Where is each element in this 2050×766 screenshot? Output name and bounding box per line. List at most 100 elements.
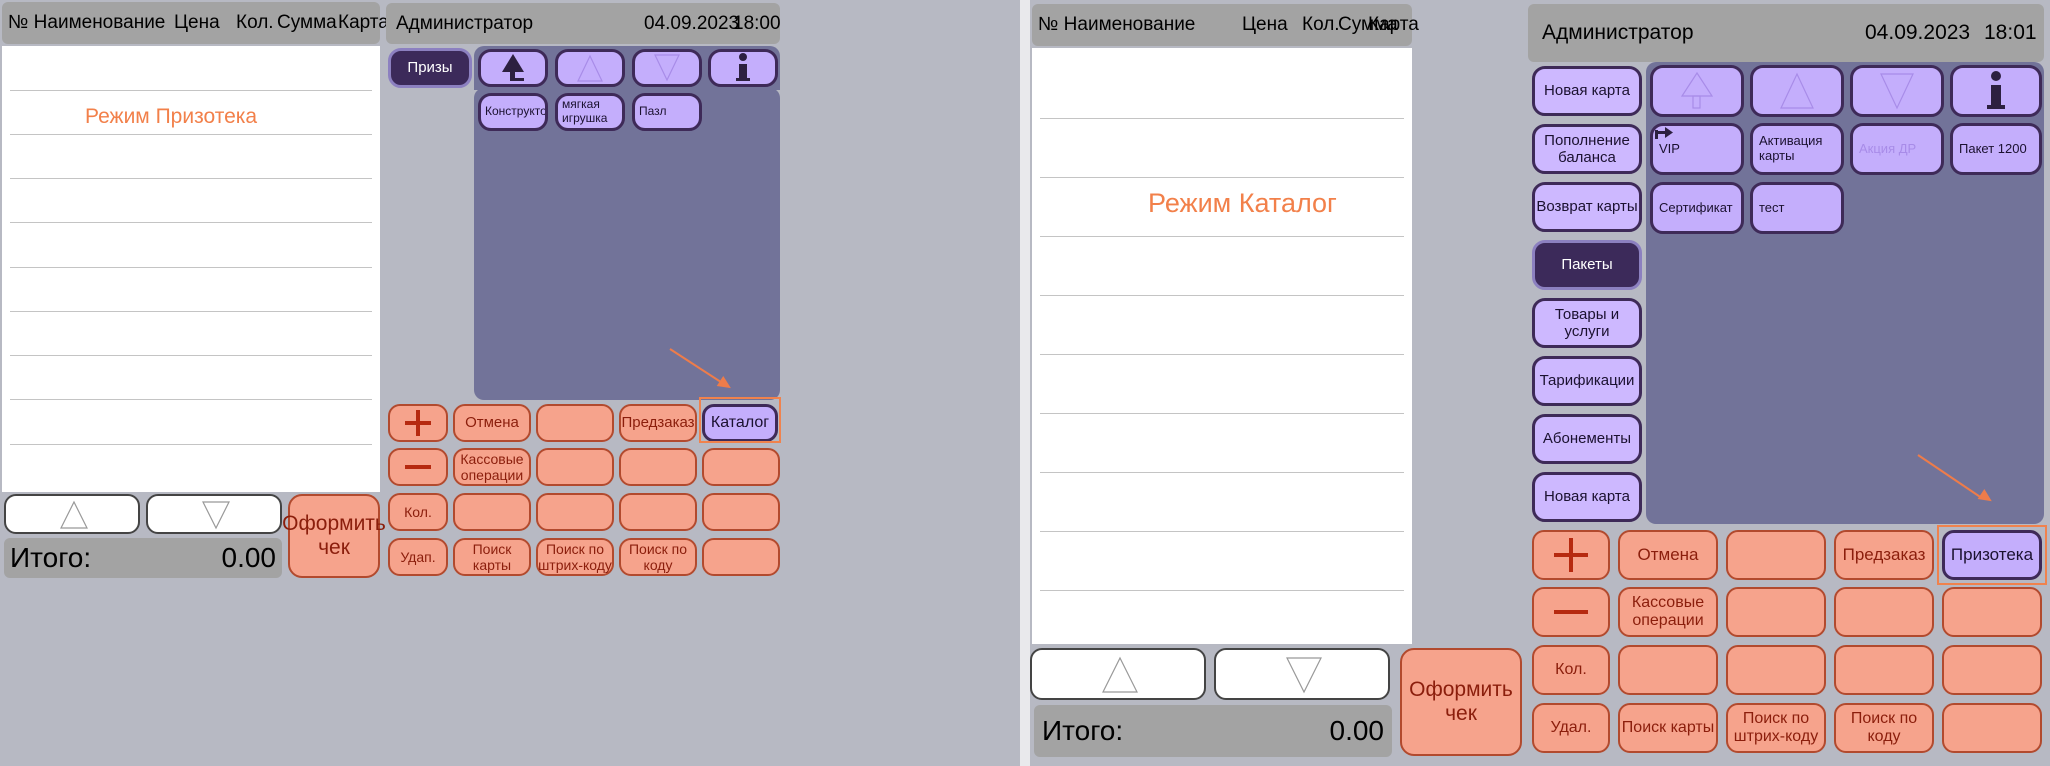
item-tile[interactable]: Пакет 1200 bbox=[1950, 123, 2042, 175]
list-scroll-up-button[interactable] bbox=[4, 494, 140, 534]
list-line bbox=[10, 267, 372, 268]
sidebar-item-goods-services[interactable]: Товары и услуги bbox=[1532, 298, 1642, 348]
item-tile[interactable]: мягкая игрушка bbox=[555, 93, 625, 131]
mode-annotation: Режим Каталог bbox=[1148, 188, 1337, 218]
item-tile[interactable]: Конструктор bbox=[478, 93, 548, 131]
pos-header: Администратор 04.09.2023 18:01 bbox=[1528, 4, 2044, 62]
arrow-down-icon bbox=[1286, 657, 1322, 694]
list-line bbox=[10, 134, 372, 135]
plus-button[interactable] bbox=[1532, 530, 1610, 580]
item-tile-vip[interactable]: VIP bbox=[1650, 123, 1744, 175]
total-value: 0.00 bbox=[1329, 715, 1385, 746]
sidebar-item-new-card[interactable]: Новая карта bbox=[1532, 66, 1642, 116]
prize-highlight-box bbox=[1937, 525, 2047, 585]
action-button-empty[interactable] bbox=[1834, 645, 1934, 695]
action-button-empty[interactable] bbox=[1726, 587, 1826, 637]
action-button-empty[interactable] bbox=[1726, 530, 1826, 580]
user-name: Администратор bbox=[396, 12, 534, 34]
search-card-button[interactable]: Поиск карты bbox=[453, 538, 531, 576]
item-tile[interactable]: Пазл bbox=[632, 93, 702, 131]
info-button[interactable] bbox=[1950, 65, 2042, 117]
list-line bbox=[10, 311, 372, 312]
list-line bbox=[10, 222, 372, 223]
preorder-button[interactable]: Предзаказ bbox=[1834, 530, 1934, 580]
delete-button[interactable]: Удап. bbox=[388, 538, 448, 576]
sidebar-item-return-card[interactable]: Возврат карты bbox=[1532, 182, 1642, 232]
minus-button[interactable] bbox=[1532, 587, 1610, 637]
total-label: Итого: bbox=[10, 542, 92, 573]
search-barcode-button[interactable]: Поиск по штрих-коду bbox=[1726, 703, 1826, 753]
action-button-empty[interactable] bbox=[619, 448, 697, 486]
col-card: Карта bbox=[338, 12, 389, 33]
cash-operations-button[interactable]: Кассовые операции bbox=[1618, 587, 1718, 637]
action-button-empty[interactable] bbox=[536, 448, 614, 486]
list-scroll-down-button[interactable] bbox=[1214, 648, 1390, 700]
action-button-empty[interactable] bbox=[1726, 645, 1826, 695]
folder-up-button[interactable] bbox=[1650, 65, 1744, 117]
search-barcode-button[interactable]: Поиск по штрих-коду bbox=[536, 538, 614, 576]
item-tile[interactable]: Активация карты bbox=[1750, 123, 1844, 175]
list-scroll-down-button[interactable] bbox=[146, 494, 282, 534]
order-list[interactable]: Режим Призотека bbox=[2, 46, 380, 492]
col-name: № Наименование bbox=[1038, 14, 1196, 35]
quantity-button[interactable]: Кол. bbox=[388, 493, 448, 531]
list-line bbox=[10, 399, 372, 400]
list-line bbox=[1040, 295, 1404, 296]
list-line bbox=[10, 178, 372, 179]
preorder-button[interactable]: Предзаказ bbox=[619, 404, 697, 442]
action-button-empty[interactable] bbox=[702, 493, 780, 531]
checkout-button[interactable]: Оформить чек bbox=[1400, 648, 1522, 756]
sidebar-item-tariffs[interactable]: Тарификации bbox=[1532, 356, 1642, 406]
delete-button[interactable]: Удал. bbox=[1532, 703, 1610, 753]
cancel-button[interactable]: Отмена bbox=[453, 404, 531, 442]
item-tile-disabled[interactable]: Акция ДР bbox=[1850, 123, 1944, 175]
info-button[interactable] bbox=[708, 49, 778, 87]
sidebar-item-subscriptions[interactable]: Абонементы bbox=[1532, 414, 1642, 464]
search-code-button[interactable]: Поиск по коду bbox=[1834, 703, 1934, 753]
action-button-empty[interactable] bbox=[702, 448, 780, 486]
items-scroll-down-button[interactable] bbox=[1850, 65, 1944, 117]
info-icon bbox=[736, 53, 750, 81]
cancel-button[interactable]: Отмена bbox=[1618, 530, 1718, 580]
col-card: Карта bbox=[1368, 14, 1419, 35]
minus-button[interactable] bbox=[388, 448, 448, 486]
order-list[interactable]: Режим Каталог bbox=[1032, 48, 1412, 644]
order-list-header: № Наименование Цена Кол. Сумма Карта bbox=[1032, 4, 1419, 46]
sidebar-item-top-up-balance[interactable]: Пополнение баланса bbox=[1532, 124, 1642, 174]
col-qty: Кол. bbox=[236, 12, 274, 33]
items-scroll-up-button[interactable] bbox=[1750, 65, 1844, 117]
pos-header: Администратор 04.09.2023 18:00 bbox=[386, 3, 781, 44]
action-button-empty[interactable] bbox=[1834, 587, 1934, 637]
items-scroll-up-button[interactable] bbox=[555, 49, 625, 87]
action-button-empty[interactable] bbox=[619, 493, 697, 531]
col-qty: Кол. bbox=[1302, 14, 1340, 35]
search-card-button[interactable]: Поиск карты bbox=[1618, 703, 1718, 753]
quantity-button[interactable]: Кол. bbox=[1532, 645, 1610, 695]
search-code-button[interactable]: Поиск по коду bbox=[619, 538, 697, 576]
action-button-empty[interactable] bbox=[1942, 587, 2042, 637]
list-line bbox=[1040, 472, 1404, 473]
col-price: Цена bbox=[174, 12, 220, 33]
sidebar-item-packages[interactable]: Пакеты bbox=[1532, 240, 1642, 290]
total-value: 0.00 bbox=[221, 542, 277, 573]
list-scroll-up-button[interactable] bbox=[1030, 648, 1206, 700]
category-button-prizes[interactable]: Призы bbox=[388, 48, 472, 88]
action-button-empty[interactable] bbox=[702, 538, 780, 576]
checkout-button[interactable]: Оформить чек bbox=[282, 494, 386, 578]
item-tile[interactable]: тест bbox=[1750, 182, 1844, 234]
list-line bbox=[1040, 531, 1404, 532]
item-tile[interactable]: Сертификат bbox=[1650, 182, 1744, 234]
action-button-empty[interactable] bbox=[536, 493, 614, 531]
plus-button[interactable] bbox=[388, 404, 448, 442]
folder-arrow-icon bbox=[1655, 127, 1673, 139]
cash-operations-button[interactable]: Кассовые операции bbox=[453, 448, 531, 486]
action-button-empty[interactable] bbox=[453, 493, 531, 531]
sidebar-item-new-card-2[interactable]: Новая карта bbox=[1532, 472, 1642, 522]
info-icon bbox=[1987, 71, 2005, 109]
action-button-empty[interactable] bbox=[1942, 703, 2042, 753]
action-button-empty[interactable] bbox=[1618, 645, 1718, 695]
action-button-empty[interactable] bbox=[1942, 645, 2042, 695]
folder-up-button[interactable] bbox=[478, 49, 548, 87]
action-button-empty[interactable] bbox=[536, 404, 614, 442]
items-scroll-down-button[interactable] bbox=[632, 49, 702, 87]
